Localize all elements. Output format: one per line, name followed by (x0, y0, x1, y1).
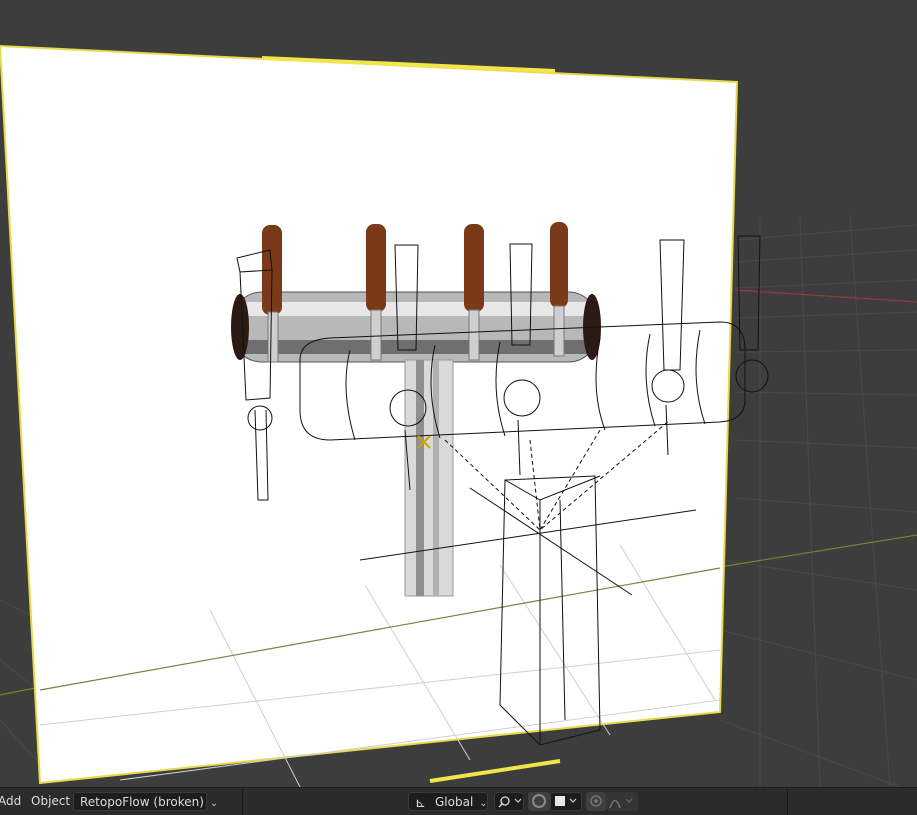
pivot-point-dropdown[interactable] (494, 792, 524, 811)
proportional-falloff-dropdown[interactable] (606, 792, 638, 811)
retopoflow-dropdown-label: RetopoFlow (broken) (80, 795, 204, 809)
y-axis-line-left (0, 687, 36, 696)
viewport-header-bar: Add Object RetopoFlow (broken) ⌄ ⊾ Global… (0, 787, 917, 815)
retopoflow-dropdown[interactable]: RetopoFlow (broken) ⌄ (73, 792, 218, 811)
chevron-down-icon: ⌄ (479, 798, 488, 809)
pivot-icon (498, 796, 522, 808)
add-menu[interactable]: Add (0, 792, 27, 811)
x-axis-line (734, 289, 917, 303)
transform-orientation-dropdown[interactable]: ⊾ Global ⌄ (408, 792, 488, 811)
reference-image-plane[interactable] (0, 44, 739, 785)
snap-target-dropdown[interactable] (550, 792, 582, 811)
transform-orientation-label: Global (435, 795, 474, 809)
square-icon (555, 796, 577, 806)
y-axis-line (719, 534, 917, 568)
selection-highlight-bottom (429, 759, 561, 783)
chevron-down-icon: ⌄ (209, 798, 219, 809)
proportional-edit-icon (590, 795, 602, 807)
3d-viewport[interactable] (0, 0, 917, 787)
magnet-icon (532, 794, 546, 808)
snap-toggle[interactable] (528, 792, 550, 811)
viewport-canvas[interactable] (0, 0, 917, 787)
object-menu[interactable]: Object (25, 792, 76, 811)
header-separator (242, 788, 243, 815)
header-separator (787, 788, 788, 815)
transform-orientation-icon: ⊾ (415, 796, 426, 811)
falloff-curve-icon (609, 798, 633, 809)
proportional-edit-toggle[interactable] (586, 792, 606, 811)
